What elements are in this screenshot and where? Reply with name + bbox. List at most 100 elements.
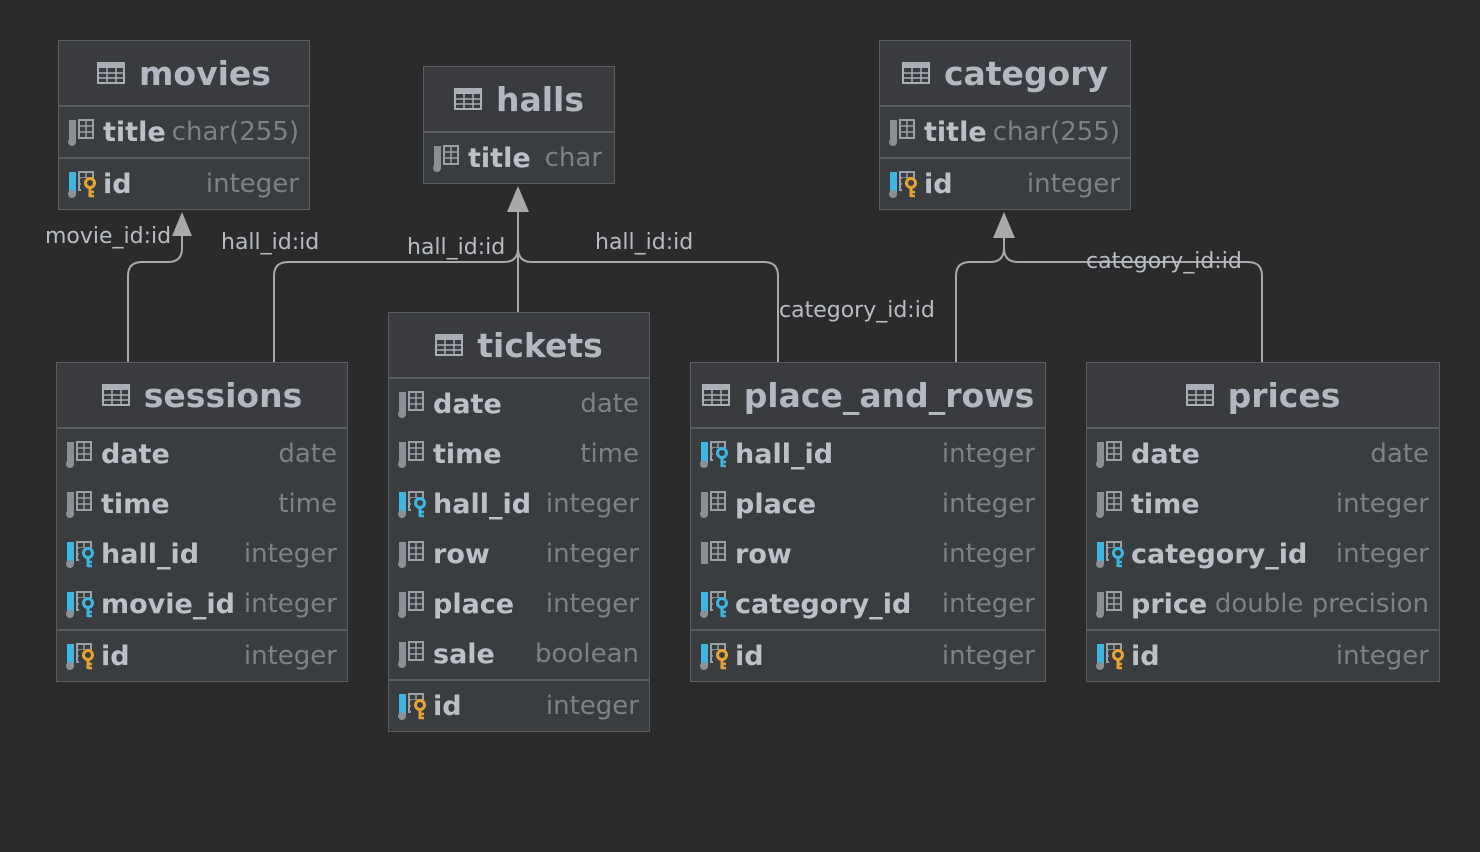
primary-key-block: id integer: [389, 681, 649, 731]
column-type: integer: [941, 589, 1035, 619]
column-row-id[interactable]: id integer: [389, 681, 649, 731]
column-name: id: [735, 640, 764, 672]
column-row-hall-id[interactable]: hall_id integer: [691, 429, 1045, 479]
column-row-id[interactable]: id integer: [59, 159, 309, 209]
column-icon: [398, 391, 424, 418]
column-name: place: [735, 488, 817, 520]
column-name: title: [924, 116, 987, 148]
column-row-sale[interactable]: sale boolean: [389, 629, 649, 679]
column-row-category-id[interactable]: category_id integer: [691, 579, 1045, 629]
column-row-date[interactable]: date date: [389, 379, 649, 429]
column-icon: [398, 591, 424, 618]
column-row-title[interactable]: title char: [424, 133, 614, 183]
column-row-title[interactable]: title char(255): [880, 107, 1130, 157]
column-icon: [433, 145, 459, 172]
table-name: prices: [1227, 375, 1341, 415]
table-header[interactable]: category: [880, 41, 1130, 107]
column-type: time: [580, 439, 639, 469]
column-type: integer: [1026, 169, 1120, 199]
foreign-key-icon: [66, 591, 95, 618]
column-icon: [889, 119, 915, 146]
primary-key-icon: [68, 171, 97, 198]
column-type: char(255): [171, 117, 299, 147]
column-name: price: [1131, 588, 1208, 620]
column-row-row[interactable]: row integer: [691, 529, 1045, 579]
table-halls[interactable]: halls title char: [423, 66, 615, 184]
column-type: integer: [243, 539, 337, 569]
table-tickets[interactable]: tickets date date time time hall_id integer row…: [388, 312, 650, 732]
primary-key-block: id integer: [880, 159, 1130, 209]
table-sessions[interactable]: sessions date date time time hall_id integer mo…: [56, 362, 348, 682]
table-header[interactable]: movies: [59, 41, 309, 107]
column-name: row: [735, 538, 792, 570]
column-name: time: [101, 488, 170, 520]
column-row-title[interactable]: title char(255): [59, 107, 309, 157]
primary-key-block: id integer: [57, 631, 347, 681]
column-name: hall_id: [433, 488, 532, 520]
primary-key-block: id integer: [1087, 631, 1439, 681]
table-place-and-rows[interactable]: place_and_rows hall_id integer place integer…: [690, 362, 1046, 682]
arrowhead-movies: [172, 212, 192, 236]
column-row-price[interactable]: price double precision: [1087, 579, 1439, 629]
column-type: integer: [243, 589, 337, 619]
column-type: integer: [205, 169, 299, 199]
column-icon: [1096, 441, 1122, 468]
column-row-hall-id[interactable]: hall_id integer: [57, 529, 347, 579]
column-name: title: [103, 116, 166, 148]
table-movies[interactable]: movies title char(255) id integer: [58, 40, 310, 210]
columns-block: title char: [424, 133, 614, 183]
column-row-category-id[interactable]: category_id integer: [1087, 529, 1439, 579]
column-name: date: [101, 438, 170, 470]
table-header[interactable]: sessions: [57, 363, 347, 429]
edge-label-place-category-id: category_id:id: [779, 298, 935, 323]
columns-block: date date time integer category_id integer pri…: [1087, 429, 1439, 631]
primary-key-icon: [700, 643, 729, 670]
table-icon: [101, 384, 130, 406]
column-row-time[interactable]: time time: [57, 479, 347, 529]
primary-key-block: id integer: [59, 159, 309, 209]
table-header[interactable]: prices: [1087, 363, 1439, 429]
column-row-place[interactable]: place integer: [691, 479, 1045, 529]
column-type: boolean: [535, 639, 639, 669]
columns-block: date date time time hall_id integer movie_id in…: [57, 429, 347, 631]
column-row-id[interactable]: id integer: [1087, 631, 1439, 681]
table-header[interactable]: place_and_rows: [691, 363, 1045, 429]
table-header[interactable]: tickets: [389, 313, 649, 379]
column-type: integer: [545, 691, 639, 721]
column-type: integer: [941, 641, 1035, 671]
table-prices[interactable]: prices date date time integer category_id inte…: [1086, 362, 1440, 682]
column-row-id[interactable]: id integer: [691, 631, 1045, 681]
foreign-key-icon: [700, 591, 729, 618]
table-icon: [453, 88, 482, 110]
foreign-key-icon: [1096, 541, 1125, 568]
column-icon-nullable: [701, 541, 726, 564]
column-icon: [1096, 591, 1122, 618]
column-row-row[interactable]: row integer: [389, 529, 649, 579]
table-name: tickets: [477, 325, 603, 365]
columns-block: date date time time hall_id integer row integer…: [389, 379, 649, 681]
column-row-movie-id[interactable]: movie_id integer: [57, 579, 347, 629]
column-row-date[interactable]: date date: [1087, 429, 1439, 479]
column-name: date: [1131, 438, 1200, 470]
table-header[interactable]: halls: [424, 67, 614, 133]
table-category[interactable]: category title char(255) id integer: [879, 40, 1131, 210]
table-icon: [901, 62, 930, 84]
column-row-time[interactable]: time time: [389, 429, 649, 479]
column-icon: [68, 119, 94, 146]
column-row-place[interactable]: place integer: [389, 579, 649, 629]
column-row-time[interactable]: time integer: [1087, 479, 1439, 529]
column-row-hall-id[interactable]: hall_id integer: [389, 479, 649, 529]
edge-place-and-rows-category[interactable]: [955, 230, 1005, 362]
column-row-id[interactable]: id integer: [57, 631, 347, 681]
column-icon: [66, 491, 92, 518]
column-row-date[interactable]: date date: [57, 429, 347, 479]
foreign-key-icon: [398, 491, 427, 518]
column-icon: [398, 541, 424, 568]
column-row-id[interactable]: id integer: [880, 159, 1130, 209]
column-name: category_id: [1131, 538, 1308, 570]
arrowhead-halls: [507, 186, 529, 212]
column-type: integer: [545, 489, 639, 519]
column-name: movie_id: [101, 588, 235, 620]
table-name: category: [943, 53, 1109, 93]
primary-key-icon: [889, 171, 918, 198]
